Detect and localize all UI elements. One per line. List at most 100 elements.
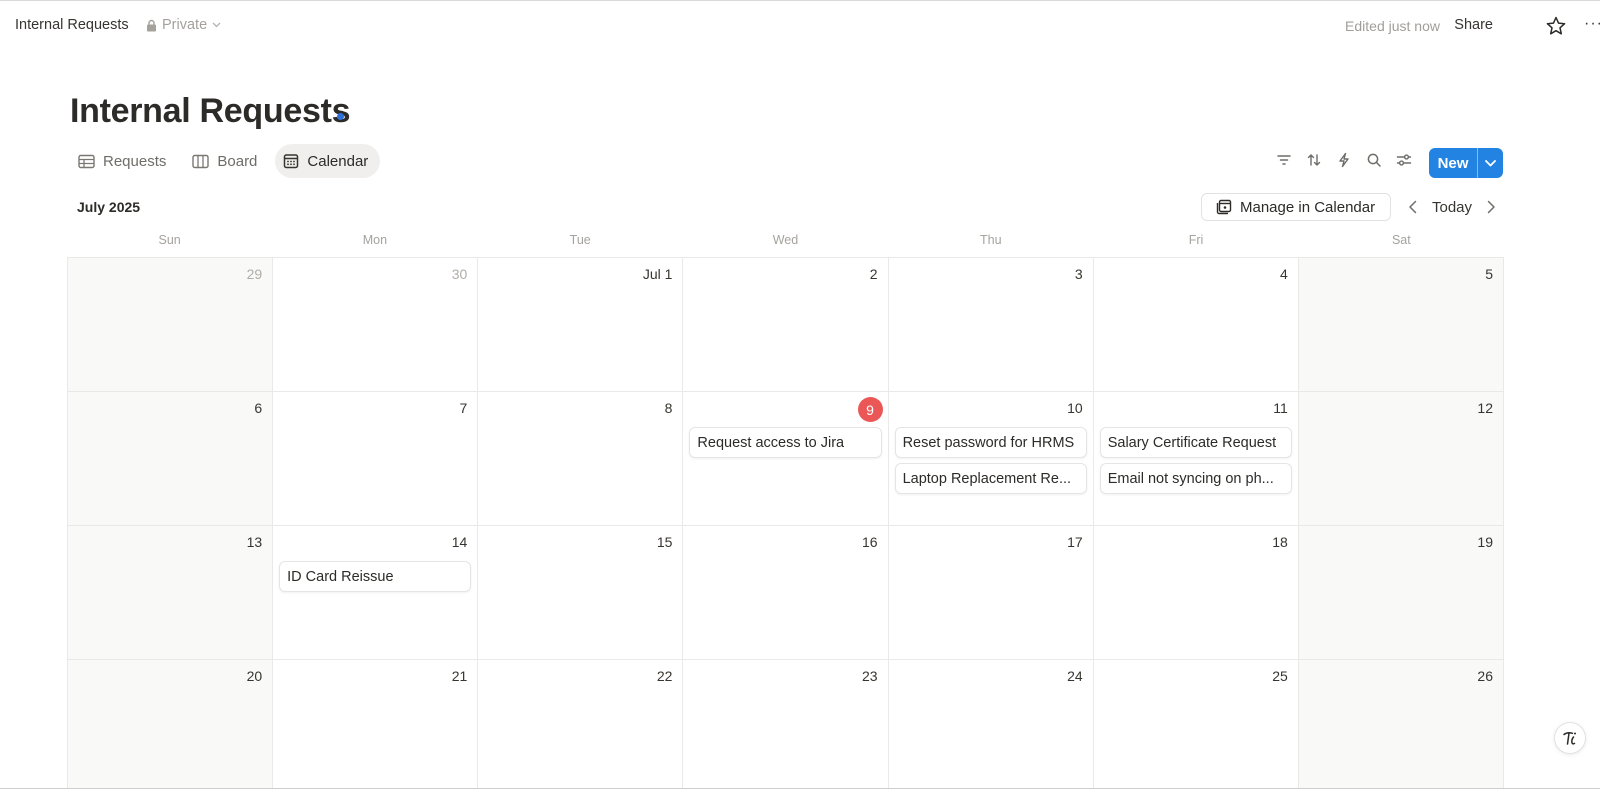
day-number: 10 (1067, 400, 1083, 416)
share-button[interactable]: Share (1454, 17, 1493, 33)
calendar-day-cell[interactable]: 17 (888, 526, 1094, 660)
day-number: 17 (1067, 534, 1083, 550)
event-list: ID Card Reissue (279, 561, 472, 592)
weekday-header: Sun Mon Tue Wed Thu Fri Sat (67, 233, 1504, 247)
day-number: 25 (1272, 668, 1288, 684)
day-number: 19 (1477, 534, 1493, 550)
chevron-left-icon[interactable] (1406, 199, 1420, 215)
new-button[interactable]: New (1429, 148, 1477, 178)
event-card[interactable]: Email not syncing on ph... (1099, 463, 1292, 494)
day-number: 22 (656, 668, 673, 684)
calendar-day-cell[interactable]: 10 Reset password for HRMS Laptop Replacem… (888, 392, 1094, 526)
settings-icon[interactable] (1394, 150, 1414, 170)
today-day-number: 9 (857, 397, 883, 422)
board-icon (192, 154, 210, 168)
tab-board[interactable]: Board (184, 144, 269, 178)
automation-icon[interactable] (1334, 150, 1354, 170)
calendar-day-cell[interactable]: 11 Salary Certificate Request Email not sy… (1093, 392, 1299, 526)
new-options-button[interactable] (1478, 148, 1503, 178)
calendar-day-cell[interactable]: 7 (273, 392, 479, 526)
chevron-right-icon[interactable] (1484, 199, 1498, 215)
calendar-day-cell[interactable]: Jul 1 (478, 258, 684, 392)
filter-icon[interactable] (1274, 150, 1294, 170)
calendar-day-cell[interactable]: 6 (68, 392, 274, 526)
day-number: 15 (656, 534, 673, 550)
event-card[interactable]: Laptop Replacement Re... (894, 463, 1087, 494)
tab-label: Board (217, 152, 258, 170)
chevron-down-icon (1485, 159, 1496, 166)
topbar: Internal Requests Private Edited just no… (0, 1, 1600, 49)
manage-in-calendar-button[interactable]: Manage in Calendar (1201, 193, 1391, 221)
more-options-icon[interactable]: ··· (1584, 15, 1600, 33)
calendar-day-cell[interactable]: 26 (1298, 660, 1504, 789)
calendar-day-cell[interactable]: 29 (68, 258, 274, 392)
day-number: 21 (451, 668, 468, 684)
event-list: Reset password for HRMS Laptop Replacemen… (894, 427, 1087, 494)
calendar-day-cell[interactable]: 22 (478, 660, 684, 789)
calendar-day-cell[interactable]: 12 (1298, 392, 1504, 526)
event-title: Request access to Jira (697, 434, 845, 451)
search-icon[interactable] (1364, 150, 1384, 170)
privacy-menu[interactable]: Private (146, 17, 221, 33)
calendar-day-cell[interactable]: 5 (1298, 258, 1504, 392)
calendar-day-cell[interactable]: 3 (888, 258, 1094, 392)
event-card[interactable]: Reset password for HRMS (894, 427, 1087, 458)
day-number: 12 (1477, 400, 1493, 416)
event-list: Salary Certificate Request Email not sync… (1099, 427, 1292, 494)
manage-in-calendar-label: Manage in Calendar (1240, 198, 1376, 216)
event-title: Email not syncing on ph... (1107, 470, 1274, 487)
event-card[interactable]: ID Card Reissue (279, 561, 472, 592)
calendar-day-cell[interactable]: 20 (68, 660, 274, 789)
event-card[interactable]: Salary Certificate Request (1099, 427, 1292, 458)
event-title: Laptop Replacement Re... (902, 470, 1072, 487)
today-button[interactable]: Today (1432, 199, 1472, 216)
day-number: 23 (861, 668, 878, 684)
month-label: July 2025 (77, 199, 141, 215)
event-title: ID Card Reissue (287, 568, 394, 585)
edited-status: Edited just now (1345, 18, 1440, 34)
lock-icon (147, 19, 156, 31)
calendar-day-cell[interactable]: 15 (478, 526, 684, 660)
calendar-day-cell[interactable]: 13 (68, 526, 274, 660)
day-number: Jul 1 (642, 266, 673, 282)
sort-icon[interactable] (1304, 150, 1324, 170)
assistant-icon (1563, 732, 1576, 745)
page-title[interactable]: Internal Requests (70, 92, 351, 131)
day-number: 6 (254, 400, 263, 416)
tab-requests[interactable]: Requests (70, 144, 178, 178)
calendar-day-cell[interactable]: 21 (273, 660, 479, 789)
event-title: Reset password for HRMS (902, 434, 1075, 451)
calendar-day-cell[interactable]: 8 (478, 392, 684, 526)
event-list: Request access to Jira (689, 427, 882, 458)
day-number: 3 (1074, 266, 1083, 282)
calendar-day-cell[interactable]: 16 (683, 526, 889, 660)
calendar-day-cell[interactable]: 23 (683, 660, 889, 789)
calendar-grid: 29 30 Jul 1 2 3 4 5 6 7 8 9 Request access to Jira 1… (67, 257, 1504, 789)
table-icon (78, 154, 95, 168)
day-number: 11 (1273, 400, 1288, 416)
day-number: 30 (451, 266, 468, 282)
calendar-day-cell[interactable]: 19 (1298, 526, 1504, 660)
calendar-day-cell[interactable]: 14 ID Card Reissue (273, 526, 479, 660)
tab-label: Requests (103, 152, 167, 170)
star-icon[interactable] (1545, 15, 1567, 37)
day-number: 2 (869, 266, 878, 282)
calendar-day-cell[interactable]: 4 (1093, 258, 1299, 392)
day-number: 5 (1485, 266, 1493, 282)
help-button[interactable] (1554, 722, 1586, 754)
calendar-day-cell[interactable]: 24 (888, 660, 1094, 789)
weekday-label: Sun (158, 233, 181, 247)
breadcrumb-page[interactable]: Internal Requests (15, 17, 129, 33)
day-number: 16 (861, 534, 878, 550)
calendar-day-cell[interactable]: 18 (1093, 526, 1299, 660)
day-number: 13 (246, 534, 263, 550)
day-number: 29 (246, 266, 263, 282)
calendar-day-cell[interactable]: 25 (1093, 660, 1299, 789)
calendar-day-cell[interactable]: 9 Request access to Jira (683, 392, 889, 526)
calendar-day-cell[interactable]: 2 (683, 258, 889, 392)
day-number: 24 (1067, 668, 1083, 684)
calendar-icon (284, 154, 299, 169)
event-card[interactable]: Request access to Jira (689, 427, 882, 458)
calendar-day-cell[interactable]: 30 (273, 258, 479, 392)
tab-calendar[interactable]: Calendar (275, 144, 381, 178)
